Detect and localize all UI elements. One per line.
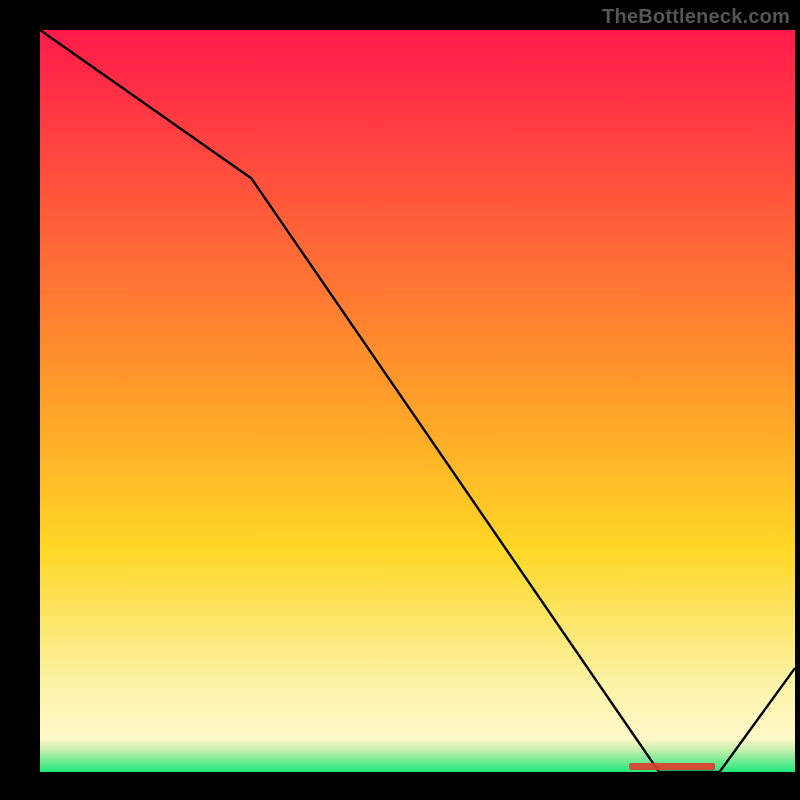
chart-frame: TheBottleneck.com [0, 0, 800, 800]
watermark-text: TheBottleneck.com [602, 6, 790, 29]
plot-area [40, 30, 795, 772]
chart-canvas [0, 0, 800, 800]
annotation-mark [629, 763, 715, 770]
